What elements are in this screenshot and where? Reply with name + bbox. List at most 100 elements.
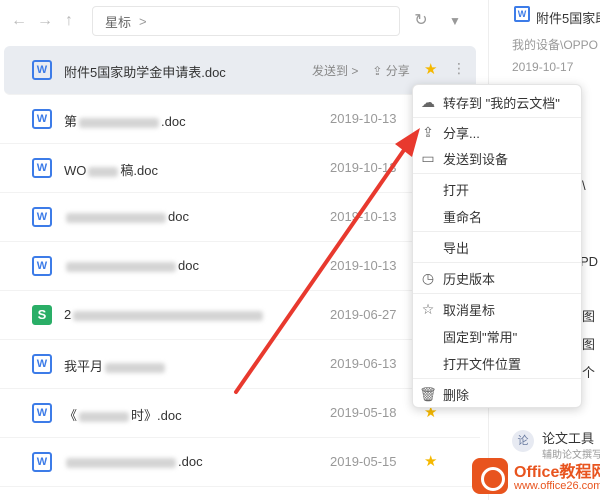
file-name-suffix: doc — [178, 258, 199, 273]
file-row[interactable]: W .doc 2019-05-15 ★ — [0, 438, 480, 487]
redacted-text — [88, 166, 119, 177]
detail-text-fragment: PD — [580, 254, 599, 269]
menu-divider — [413, 231, 581, 232]
detail-file-title: 附件5国家助 — [536, 11, 600, 26]
file-row[interactable]: W doc 2019-10-13 — [0, 242, 480, 291]
file-row[interactable]: W 第 .doc 2019-10-13 — [0, 95, 480, 144]
file-name: 《 时》.doc — [64, 405, 182, 424]
star-icon[interactable]: ★ — [424, 452, 437, 470]
share-icon: ⇪ — [372, 64, 383, 78]
menu-item-open[interactable]: 打开 — [413, 176, 581, 202]
menu-item-label: 取消星标 — [443, 302, 496, 318]
menu-item-label: 发送到设备 — [443, 151, 509, 167]
word-doc-icon: W — [32, 60, 52, 80]
forward-icon[interactable]: → — [36, 12, 54, 30]
menu-item-share[interactable]: ⇪ 分享... — [413, 119, 581, 145]
share-icon: ⇪ — [422, 123, 434, 140]
file-name-suffix: 稿.doc — [120, 163, 158, 178]
star-icon[interactable]: ★ — [424, 60, 437, 78]
detail-text-fragment: 个 — [582, 365, 596, 380]
star-outline-icon: ☆ — [421, 300, 435, 317]
watermark-url: www.office26.com — [514, 480, 600, 492]
file-list: W 附件5国家助学金申请表.doc 发送到 > ⇪ 分享 ★ ⋮ W 第 .doc… — [0, 46, 480, 487]
watermark-title: Office教程网 — [514, 464, 600, 481]
file-name: 我平月 — [64, 356, 167, 375]
menu-divider — [413, 117, 581, 118]
file-row-selected[interactable]: W 附件5国家助学金申请表.doc 发送到 > ⇪ 分享 ★ ⋮ — [4, 46, 476, 95]
toolbar: ← → ↑ 星标 > ↻ ▼ — [0, 0, 480, 42]
redacted-text — [73, 310, 264, 321]
word-doc-icon: W — [32, 109, 52, 129]
menu-item-label: 导出 — [443, 240, 470, 256]
file-name-prefix: 第 — [64, 114, 78, 129]
redacted-text — [105, 362, 166, 373]
menu-divider — [413, 378, 581, 379]
refresh-icon[interactable]: ↻ — [410, 10, 432, 32]
trash-icon: 🗑 — [419, 385, 437, 402]
menu-item-history[interactable]: ◷ 历史版本 — [413, 265, 581, 291]
menu-item-label: 打开 — [443, 182, 470, 198]
file-row[interactable]: W 我平月 2019-06-13 — [0, 340, 480, 389]
redacted-text — [66, 457, 176, 468]
file-name-prefix: 《 — [64, 408, 78, 423]
back-icon[interactable]: ← — [10, 12, 28, 30]
spreadsheet-icon: S — [32, 305, 52, 325]
file-name-suffix: 时》.doc — [131, 408, 182, 423]
file-name: doc — [64, 209, 189, 224]
file-name: 附件5国家助学金申请表.doc — [64, 65, 226, 80]
redacted-text — [79, 117, 160, 128]
menu-item-send-to-device[interactable]: ▭ 发送到设备 — [413, 145, 581, 171]
menu-item-label: 转存到 "我的云文档" — [443, 95, 560, 111]
file-name-suffix: .doc — [178, 454, 203, 469]
word-doc-icon: W — [32, 158, 52, 178]
file-name: 第 .doc — [64, 111, 186, 130]
file-name-suffix: doc — [168, 209, 189, 224]
breadcrumb[interactable]: 星标 > — [92, 6, 400, 36]
file-date: 2019-05-15 — [330, 454, 397, 469]
breadcrumb-item[interactable]: 星标 — [105, 12, 131, 31]
clock-icon: ◷ — [421, 269, 435, 286]
menu-item-label: 重命名 — [443, 209, 483, 225]
menu-item-save-to-cloud[interactable]: ☁ 转存到 "我的云文档" — [413, 89, 581, 115]
menu-item-pin[interactable]: 固定到"常用" — [413, 323, 581, 349]
file-date: 2019-06-27 — [330, 307, 397, 322]
tool-title[interactable]: 论文工具 — [542, 428, 594, 447]
share-button[interactable]: ⇪ 分享 — [372, 62, 409, 79]
detail-text-fragment: 图 — [582, 309, 596, 324]
filter-icon[interactable]: ▼ — [444, 10, 466, 32]
file-row[interactable]: W 《时》.doc 2019-05-18 ★ — [0, 389, 480, 438]
redacted-text — [66, 212, 166, 223]
file-date: 2019-10-13 — [330, 258, 397, 273]
cloud-upload-icon: ☁ — [421, 93, 435, 110]
detail-text-fragment: \ — [582, 178, 586, 193]
menu-item-label: 分享... — [443, 125, 480, 141]
word-doc-icon: W — [514, 6, 530, 22]
file-date: 2019-06-13 — [330, 356, 397, 371]
redacted-text — [79, 411, 130, 422]
menu-item-rename[interactable]: 重命名 — [413, 203, 581, 229]
menu-item-export[interactable]: 导出 — [413, 234, 581, 260]
file-row[interactable]: W doc 2019-10-13 — [0, 193, 480, 242]
more-icon[interactable]: ⋮ — [452, 60, 466, 77]
device-icon: ▭ — [421, 149, 435, 166]
menu-item-unstar[interactable]: ☆ 取消星标 — [413, 296, 581, 322]
file-name-prefix: 2 — [64, 307, 72, 322]
office-logo-icon — [472, 458, 508, 494]
menu-divider — [413, 293, 581, 294]
word-doc-icon: W — [32, 403, 52, 423]
file-name: 2 — [64, 307, 265, 322]
send-to-button[interactable]: 发送到 > — [312, 62, 358, 79]
share-label: 分享 — [385, 64, 410, 78]
up-icon[interactable]: ↑ — [60, 12, 78, 30]
file-date: 2019-10-13 — [330, 160, 397, 175]
detail-date: 2019-10-17 — [512, 60, 574, 74]
file-name: .doc — [64, 454, 203, 469]
paper-tool-icon[interactable]: 论 — [512, 430, 534, 452]
file-row[interactable]: S 2 2019-06-27 — [0, 291, 480, 340]
menu-item-delete[interactable]: 🗑 删除 — [413, 381, 581, 407]
menu-divider — [413, 262, 581, 263]
menu-item-open-location[interactable]: 打开文件位置 — [413, 350, 581, 376]
file-row[interactable]: W WO 稿.doc 2019-10-13 — [0, 144, 480, 193]
menu-item-label: 固定到"常用" — [443, 329, 518, 345]
watermark: Office教程网 www.office26.com — [470, 456, 600, 500]
